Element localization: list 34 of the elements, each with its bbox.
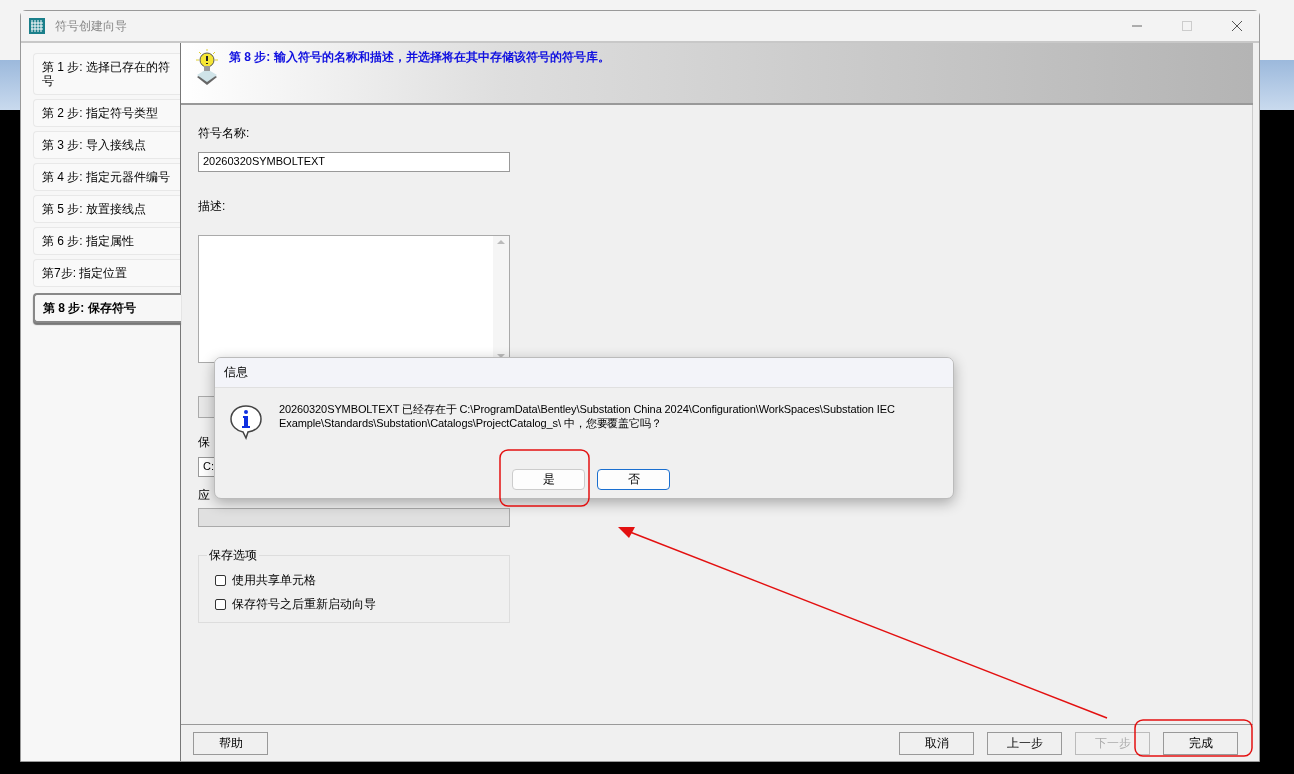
wizard-button[interactable]: 完成 xyxy=(1163,731,1238,755)
field-label: 描述: xyxy=(198,198,226,215)
step-item[interactable]: 第 2 步: 指定符号类型 xyxy=(33,99,180,127)
wizard-button[interactable]: 上一步 xyxy=(987,731,1062,755)
field-label: 保 xyxy=(198,434,210,451)
field-label: 应 xyxy=(198,487,210,504)
checkbox-label: 保存符号之后重新启动向导 xyxy=(232,595,376,613)
maximize-icon[interactable] xyxy=(1181,20,1193,32)
step-item[interactable]: 第 5 步: 放置接线点 xyxy=(33,195,180,223)
checkbox-label: 使用共享单元格 xyxy=(232,571,316,589)
scroll-up-icon[interactable] xyxy=(497,240,505,244)
step-item[interactable]: 第 4 步: 指定元器件编号 xyxy=(33,163,180,191)
field-label: 符号名称: xyxy=(198,125,250,142)
step-item[interactable]: 第 6 步: 指定属性 xyxy=(33,227,180,255)
window-title: 符号创建向导 xyxy=(55,17,127,35)
description-field[interactable] xyxy=(198,235,510,363)
dialog-title: 信息 xyxy=(224,364,248,381)
dialog-button[interactable]: 是 xyxy=(512,469,585,490)
checkbox[interactable] xyxy=(215,574,226,586)
wizard-button[interactable]: 取消 xyxy=(899,731,974,755)
checkbox[interactable] xyxy=(215,598,226,610)
group-title: 保存选项 xyxy=(208,547,258,564)
step-item[interactable]: 第7步: 指定位置 xyxy=(33,259,180,287)
info-icon xyxy=(229,404,263,440)
step-item[interactable]: 第 3 步: 导入接线点 xyxy=(33,131,180,159)
dialog-button[interactable]: 否 xyxy=(597,469,670,490)
grid-icon xyxy=(29,18,45,34)
message-text: 20260320SYMBOLTEXT 已经存在于 C:\ProgramData\Bentley\Substation China 2024\Configuration\WorkSpaces\Substation IEC Example\Standards\Substation\Catalogs\ProjectCatalog_s\ 中，您要覆盖它吗？ xyxy=(279,402,896,430)
close-icon[interactable] xyxy=(1231,20,1243,32)
step-item[interactable]: 第 1 步: 选择已存在的符号 xyxy=(33,53,180,95)
wizard-button[interactable]: 帮助 xyxy=(193,731,268,755)
step-item[interactable]: 第 8 步: 保存符号 xyxy=(33,293,181,323)
step-heading: 第 8 步: 输入符号的名称和描述，并选择将在其中存储该符号的符号库。 xyxy=(229,49,610,66)
name-field[interactable]: 20260320SYMBOLTEXT xyxy=(198,152,510,172)
